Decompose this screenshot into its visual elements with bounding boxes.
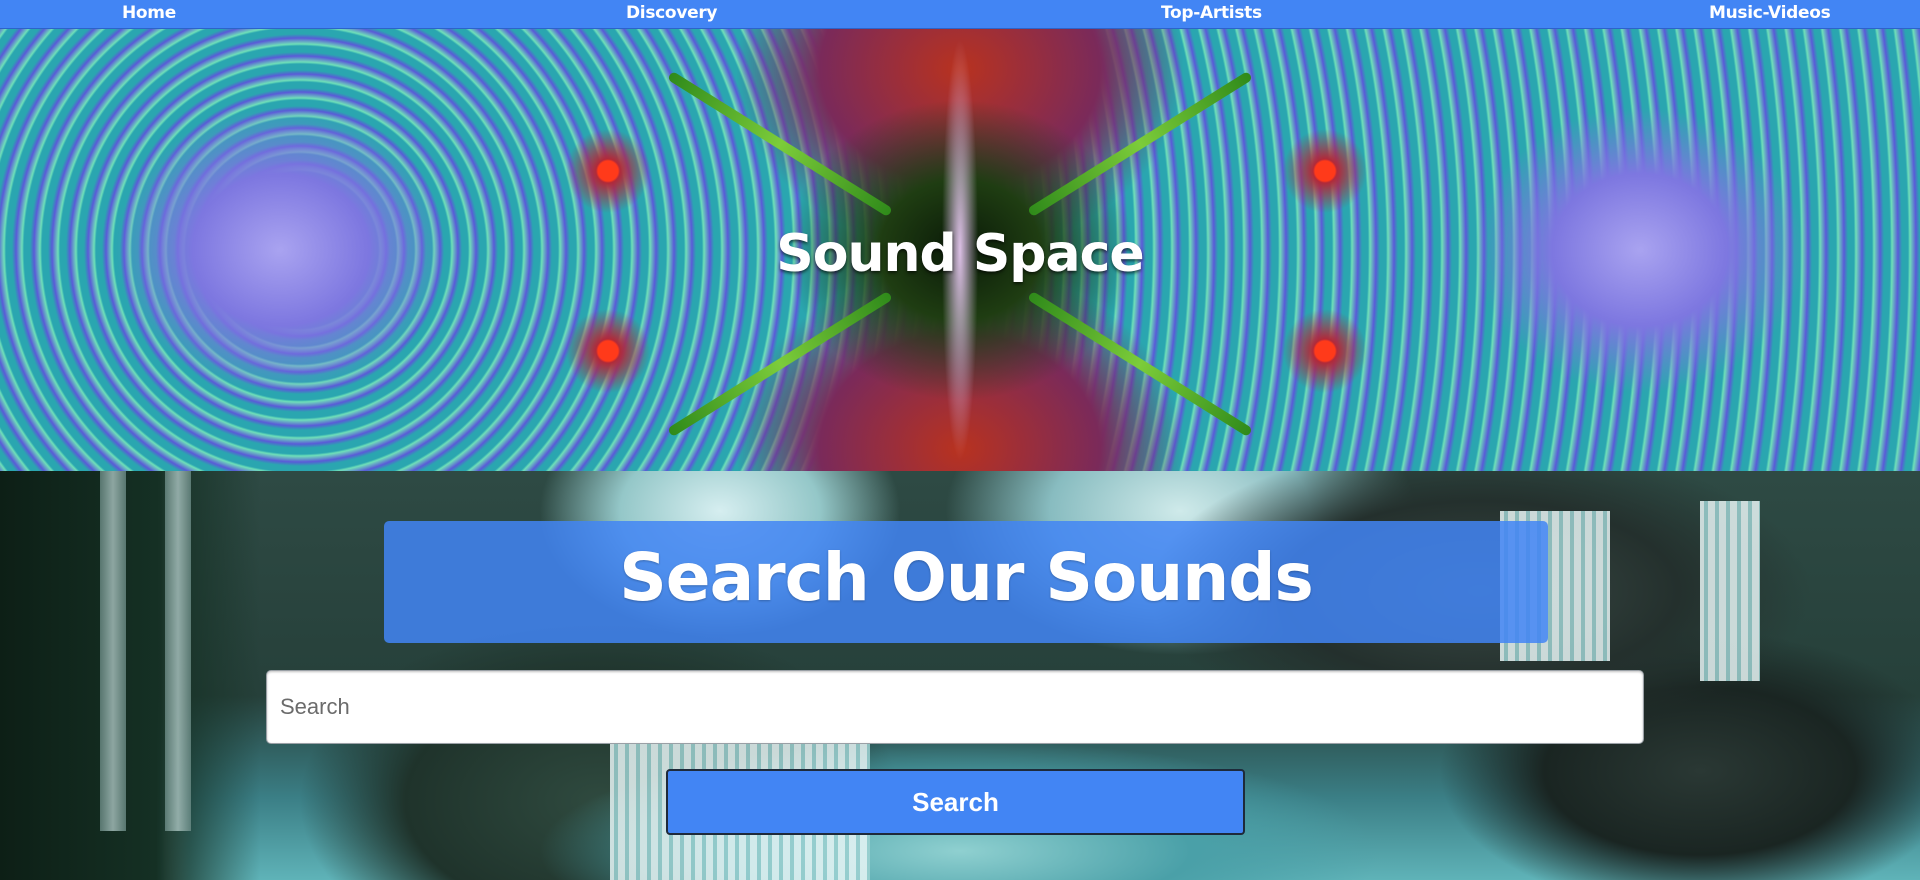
search-heading: Search Our Sounds bbox=[619, 539, 1313, 616]
nav-top-artists-link[interactable]: Top-Artists bbox=[1161, 3, 1262, 23]
scene-forest bbox=[0, 471, 260, 880]
scene-tree-trunk bbox=[165, 471, 191, 831]
nav-music-videos-link[interactable]: Music-Videos bbox=[1709, 3, 1831, 23]
scene-waterfall bbox=[1700, 501, 1760, 681]
hero-decoration bbox=[1027, 70, 1253, 218]
nav-discovery-link[interactable]: Discovery bbox=[626, 3, 718, 23]
search-button[interactable]: Search bbox=[666, 769, 1245, 835]
hero-decoration bbox=[1027, 290, 1253, 438]
nav-home-link[interactable]: Home bbox=[122, 3, 176, 23]
search-input[interactable] bbox=[266, 670, 1644, 744]
hero-banner: Sound Space bbox=[0, 29, 1920, 471]
site-title: Sound Space bbox=[776, 224, 1144, 284]
hero-decoration bbox=[667, 290, 893, 438]
scene-tree-trunk bbox=[100, 471, 126, 831]
hero-decoration bbox=[667, 70, 893, 218]
top-nav: Home Discovery Top-Artists Music-Videos bbox=[0, 0, 1920, 29]
